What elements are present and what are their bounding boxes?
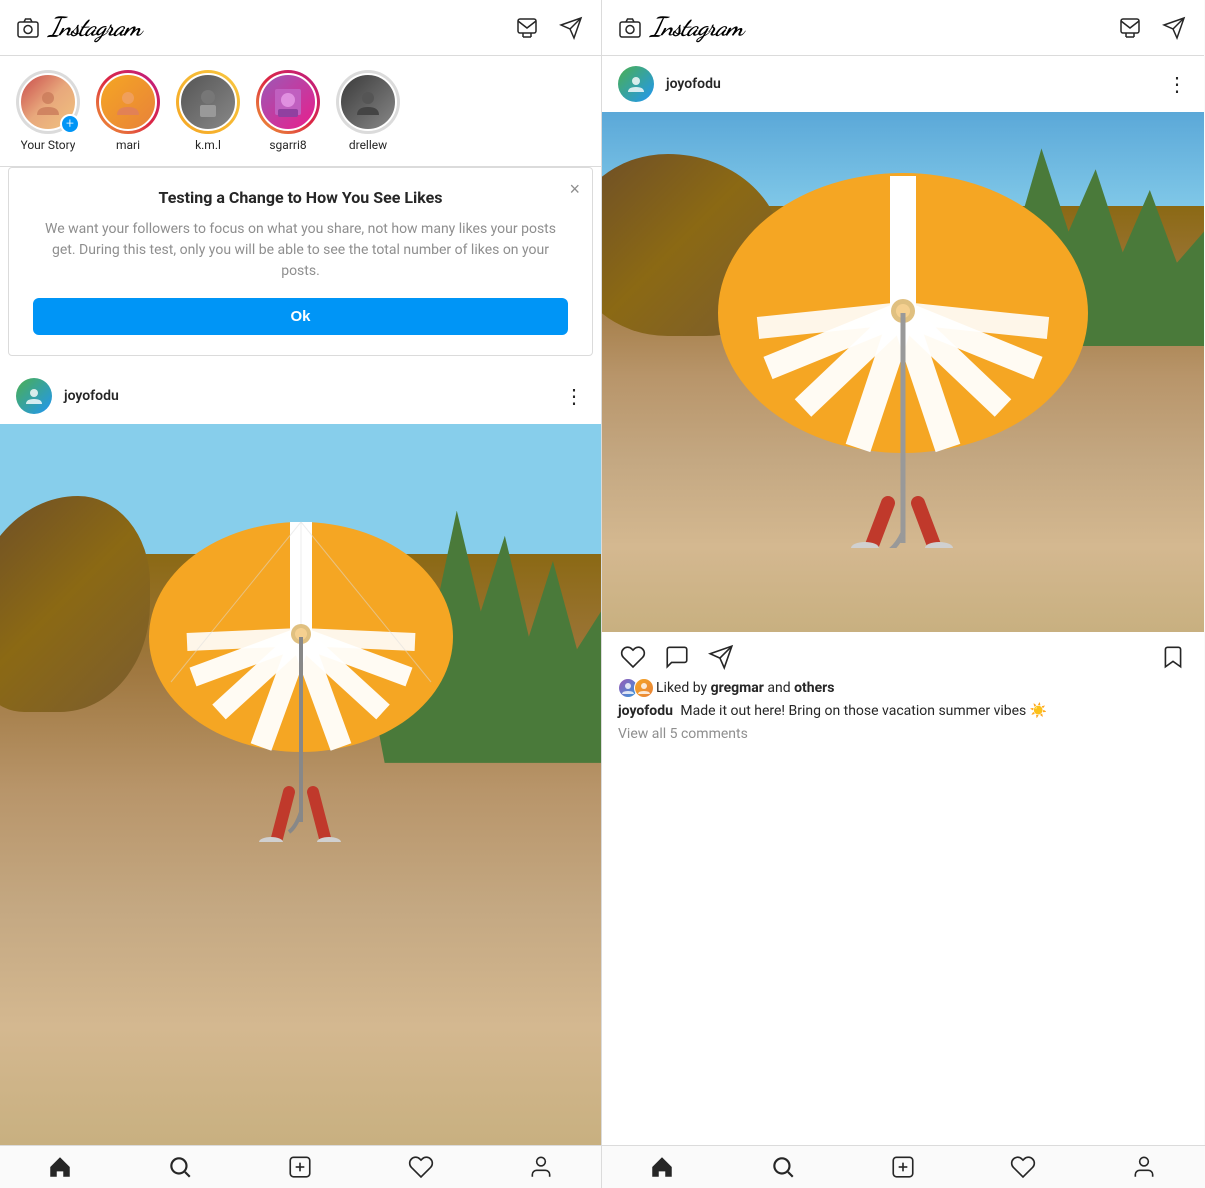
paper-plane-button[interactable]	[557, 14, 585, 42]
right-likes-text: Liked by gregmar and others	[656, 680, 834, 696]
right-post-likes: Liked by gregmar and others	[602, 678, 1204, 702]
left-post-more-button[interactable]: ⋮	[564, 384, 585, 408]
right-nav-search[interactable]	[754, 1146, 812, 1188]
left-nav-add[interactable]	[271, 1146, 329, 1188]
logo-area: Instagram	[16, 12, 141, 43]
right-bottom-nav	[602, 1146, 1204, 1188]
caption-text: Made it out here! Bring on those vacatio…	[680, 703, 1047, 719]
right-post-username: joyofodu	[666, 76, 721, 92]
stories-row: + Your Story	[0, 56, 601, 167]
left-post-image	[0, 424, 601, 1145]
right-post-more-button[interactable]: ⋮	[1167, 72, 1188, 96]
kml-ring	[176, 70, 240, 134]
left-nav-home[interactable]	[31, 1146, 89, 1188]
camera-icon[interactable]	[16, 16, 40, 40]
left-header: Instagram	[0, 0, 601, 56]
story-your-story[interactable]: + Your Story	[16, 70, 80, 152]
kml-avatar	[179, 73, 237, 131]
left-post-avatar	[16, 378, 52, 414]
your-story-label: Your Story	[21, 138, 76, 152]
mari-avatar-wrap	[96, 70, 160, 134]
drellew-avatar	[339, 73, 397, 131]
umbrella-svg-right	[703, 128, 1103, 548]
right-like-button[interactable]	[618, 642, 648, 672]
likes-others-link[interactable]: others	[794, 680, 834, 696]
drellew-ring	[336, 70, 400, 134]
right-post-image	[602, 112, 1204, 632]
story-drellew[interactable]: drellew	[336, 70, 400, 152]
mari-ring	[96, 70, 160, 134]
sgarri8-ring	[256, 70, 320, 134]
your-story-avatar-wrap: +	[16, 70, 80, 134]
kml-avatar-wrap	[176, 70, 240, 134]
left-panel: Instagram	[0, 0, 602, 1145]
messenger-button[interactable]	[513, 14, 541, 42]
right-panel: Instagram	[602, 0, 1204, 1145]
logo-text: Instagram	[48, 12, 141, 43]
caption-username[interactable]: joyofodu	[618, 703, 673, 719]
like-avatars	[618, 678, 650, 698]
right-nav-home[interactable]	[633, 1146, 691, 1188]
notification-popup: × Testing a Change to How You See Likes …	[8, 167, 593, 356]
right-header: Instagram	[602, 0, 1204, 56]
story-sgarri8[interactable]: sgarri8	[256, 70, 320, 152]
right-logo-area: Instagram	[618, 12, 743, 43]
story-kml[interactable]: k.m.l	[176, 70, 240, 152]
left-nav-search[interactable]	[151, 1146, 209, 1188]
bottom-nav-wrapper	[0, 1145, 1205, 1188]
kml-label: k.m.l	[195, 138, 221, 152]
popup-title: Testing a Change to How You See Likes	[33, 188, 568, 207]
sgarri8-avatar-wrap	[256, 70, 320, 134]
drellew-label: drellew	[349, 138, 387, 152]
right-nav-heart[interactable]	[994, 1146, 1052, 1188]
popup-close-button[interactable]: ×	[569, 180, 580, 198]
sgarri8-avatar	[259, 73, 317, 131]
popup-body: We want your followers to focus on what …	[33, 219, 568, 282]
drellew-avatar-wrap	[336, 70, 400, 134]
right-share-button[interactable]	[706, 642, 736, 672]
right-view-comments[interactable]: View all 5 comments	[602, 726, 1204, 750]
story-add-button[interactable]: +	[60, 114, 80, 134]
right-comment-button[interactable]	[662, 642, 692, 672]
right-post-actions	[602, 632, 1204, 678]
right-logo-text: Instagram	[650, 12, 743, 43]
likes-by-user: gregmar	[711, 680, 764, 696]
left-nav-profile[interactable]	[512, 1146, 570, 1188]
popup-ok-button[interactable]: Ok	[33, 298, 568, 335]
like-avatar-2	[634, 678, 654, 698]
left-nav-heart[interactable]	[392, 1146, 450, 1188]
right-post-header: joyofodu ⋮	[602, 56, 1204, 112]
right-nav-profile[interactable]	[1115, 1146, 1173, 1188]
right-bookmark-button[interactable]	[1158, 642, 1188, 672]
left-post-header: joyofodu ⋮	[0, 368, 601, 424]
right-post-avatar	[618, 66, 654, 102]
story-mari[interactable]: mari	[96, 70, 160, 152]
header-icons	[513, 14, 585, 42]
liked-by-label: Liked by	[656, 680, 707, 696]
mari-label: mari	[116, 138, 140, 152]
mari-avatar	[99, 73, 157, 131]
right-nav-add[interactable]	[874, 1146, 932, 1188]
umbrella-svg	[141, 482, 461, 842]
right-paper-plane-button[interactable]	[1160, 14, 1188, 42]
right-header-icons	[1116, 14, 1188, 42]
right-post-caption: joyofodu Made it out here! Bring on thos…	[602, 702, 1204, 726]
likes-and: and	[767, 680, 790, 696]
sgarri8-label: sgarri8	[269, 138, 306, 152]
right-messenger-button[interactable]	[1116, 14, 1144, 42]
left-bottom-nav	[0, 1146, 602, 1188]
left-post-username: joyofodu	[64, 388, 119, 404]
right-camera-icon[interactable]	[618, 16, 642, 40]
